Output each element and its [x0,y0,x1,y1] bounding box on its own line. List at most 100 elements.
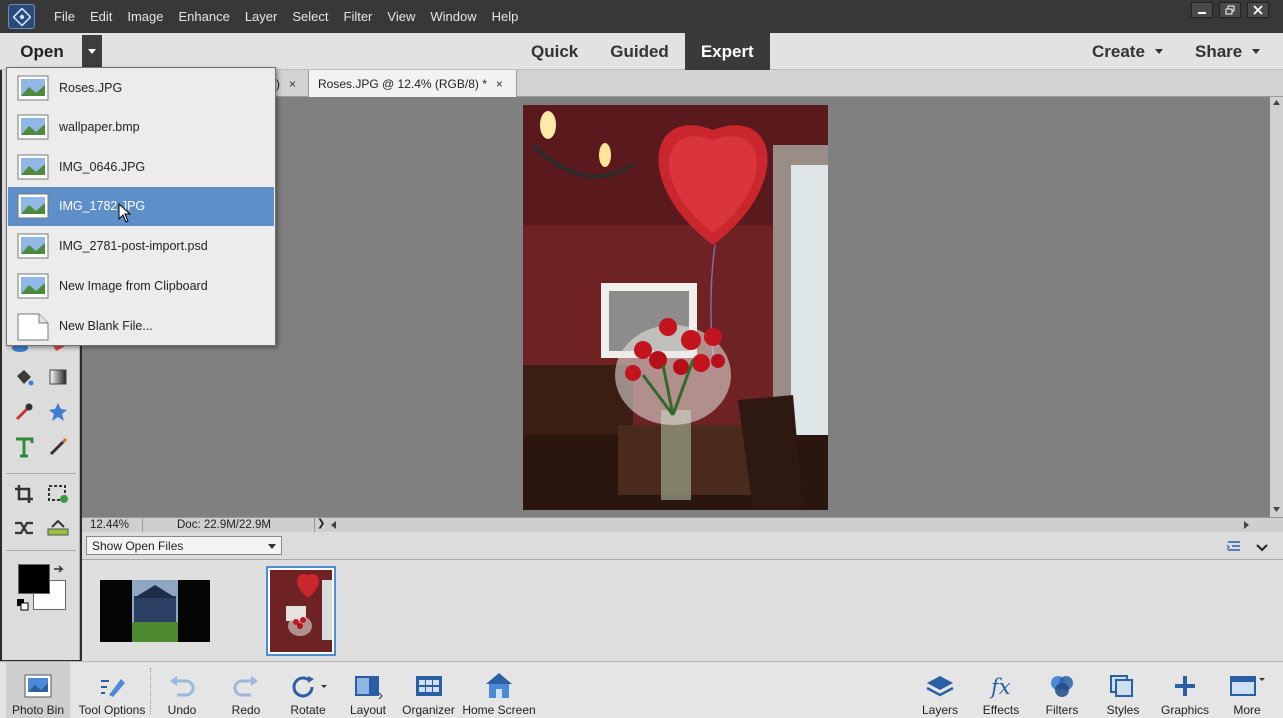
layout-button[interactable]: Layout [343,662,393,718]
gradient-tool-icon[interactable] [44,363,72,391]
graphics-button[interactable]: Graphics [1158,662,1212,718]
styles-icon [1110,675,1133,697]
mode-bar: Open Quick Guided Expert Create Share [0,33,1283,70]
image-file-icon [17,193,49,219]
effects-button[interactable]: fx Effects [976,662,1026,718]
image-file-icon [17,273,49,299]
menu-edit[interactable]: Edit [90,9,112,24]
svg-text:fx: fx [989,675,1011,699]
tab-quick[interactable]: Quick [515,33,594,70]
menu-bar: File Edit Image Enhance Layer Select Fil… [0,0,1283,33]
effects-label: Effects [982,703,1020,717]
recent-file-img-2781-psd[interactable]: IMG_2781-post-import.psd [8,227,274,266]
image-file-icon [17,154,49,180]
more-button[interactable]: More [1222,662,1272,718]
menu-window[interactable]: Window [430,9,476,24]
straighten-tool-icon[interactable] [44,514,72,542]
rotate-button[interactable]: Rotate [282,662,334,718]
create-button[interactable]: Create [1092,33,1163,70]
create-label: Create [1092,41,1145,61]
tab-hidden-document[interactable]: ) × [272,70,308,97]
photoshop-elements-window: File Edit Image Enhance Layer Select Fil… [0,0,1283,718]
document-image[interactable] [523,105,828,510]
redo-button[interactable]: Redo [220,662,272,718]
bin-options-icon[interactable] [1226,539,1242,558]
recent-file-label: IMG_0646.JPG [59,160,146,174]
menu-view[interactable]: View [387,9,415,24]
recent-file-roses[interactable]: Roses.JPG [8,69,274,108]
status-divider [142,518,143,532]
redo-icon [233,676,258,697]
image-file-icon [17,75,49,101]
content-aware-move-icon[interactable] [10,514,38,542]
rotate-label: Rotate [290,703,326,717]
eyedropper-icon[interactable] [10,398,38,426]
layers-label: Layers [921,703,959,717]
show-open-files-select[interactable]: Show Open Files [86,536,282,555]
thumbnail-roses-selected[interactable] [266,566,336,656]
status-divider [314,518,315,532]
layout-label: Layout [349,703,387,717]
photo-bin [82,560,1283,661]
pencil-tool-icon[interactable] [44,433,72,461]
bin-collapse-icon[interactable] [1256,540,1268,558]
recent-file-img-1782[interactable]: IMG_1782.JPG [8,187,274,226]
undo-button[interactable]: Undo [156,662,208,718]
tab-expert[interactable]: Expert [684,33,770,70]
status-menu-arrow-icon[interactable]: ❯ [317,518,325,529]
menu-help[interactable]: Help [492,9,519,24]
doc-size-readout: Doc: 22.9M/22.9M [177,519,271,531]
menu-layer[interactable]: Layer [245,9,278,24]
open-button[interactable]: Open [2,35,82,68]
recent-file-label: Roses.JPG [59,81,123,95]
recent-file-wallpaper[interactable]: wallpaper.bmp [8,108,274,147]
menu-file[interactable]: File [54,9,75,24]
bottom-taskbar: Photo Bin Tool Options Undo Redo Rotate … [0,661,1283,718]
vertical-scrollbar[interactable] [1270,97,1283,517]
undo-icon [170,676,195,697]
close-icon[interactable]: × [289,77,296,91]
recompose-tool-icon[interactable] [44,480,72,508]
toolbox-divider [6,550,76,551]
close-icon[interactable]: × [496,77,503,91]
tool-options-button[interactable]: Tool Options [76,662,148,718]
fx-icon: fx [989,675,1011,699]
styles-label: Styles [1106,703,1140,717]
menu-image[interactable]: Image [127,9,163,24]
menu-enhance[interactable]: Enhance [179,9,230,24]
filters-button[interactable]: Filters [1037,662,1087,718]
crop-tool-icon[interactable] [10,480,38,508]
recent-file-label: wallpaper.bmp [59,120,140,134]
home-screen-label: Home Screen [462,703,536,717]
tab-guided[interactable]: Guided [594,33,685,70]
menu-select[interactable]: Select [292,9,328,24]
paint-bucket-icon[interactable] [10,363,38,391]
recent-file-img-0646[interactable]: IMG_0646.JPG [8,148,274,187]
tab-roses-document[interactable]: Roses.JPG @ 12.4% (RGB/8) * × [308,70,517,97]
zoom-level[interactable]: 12.44% [90,519,129,531]
photo-bin-button[interactable]: Photo Bin [6,662,70,718]
new-blank-file[interactable]: New Blank File... [8,307,274,346]
recent-file-label: IMG_1782.JPG [59,199,146,213]
open-dropdown-arrow[interactable] [82,35,102,68]
spot-healing-icon[interactable] [44,398,72,426]
share-button[interactable]: Share [1195,33,1261,70]
minimize-icon[interactable] [1191,2,1213,18]
image-file-icon [17,114,49,140]
organizer-button[interactable]: Organizer [400,662,457,718]
restore-icon[interactable] [1219,2,1241,18]
default-colors-icon[interactable] [16,598,30,617]
foreground-color-swatch-top[interactable] [18,564,50,594]
type-tool-icon[interactable] [10,433,38,461]
layers-button[interactable]: Layers [915,662,965,718]
new-image-from-clipboard[interactable]: New Image from Clipboard [8,267,274,306]
thumbnail-house[interactable] [100,580,210,642]
styles-button[interactable]: Styles [1098,662,1148,718]
status-bar: 12.44% Doc: 22.9M/22.9M ❯ [82,517,1283,532]
bin-filter-label: Show Open Files [92,538,184,553]
more-label: More [1233,703,1261,717]
menu-filter[interactable]: Filter [344,9,373,24]
horizontal-scrollbar[interactable] [330,520,1250,530]
close-icon[interactable] [1247,2,1269,18]
home-screen-button[interactable]: Home Screen [460,662,538,718]
